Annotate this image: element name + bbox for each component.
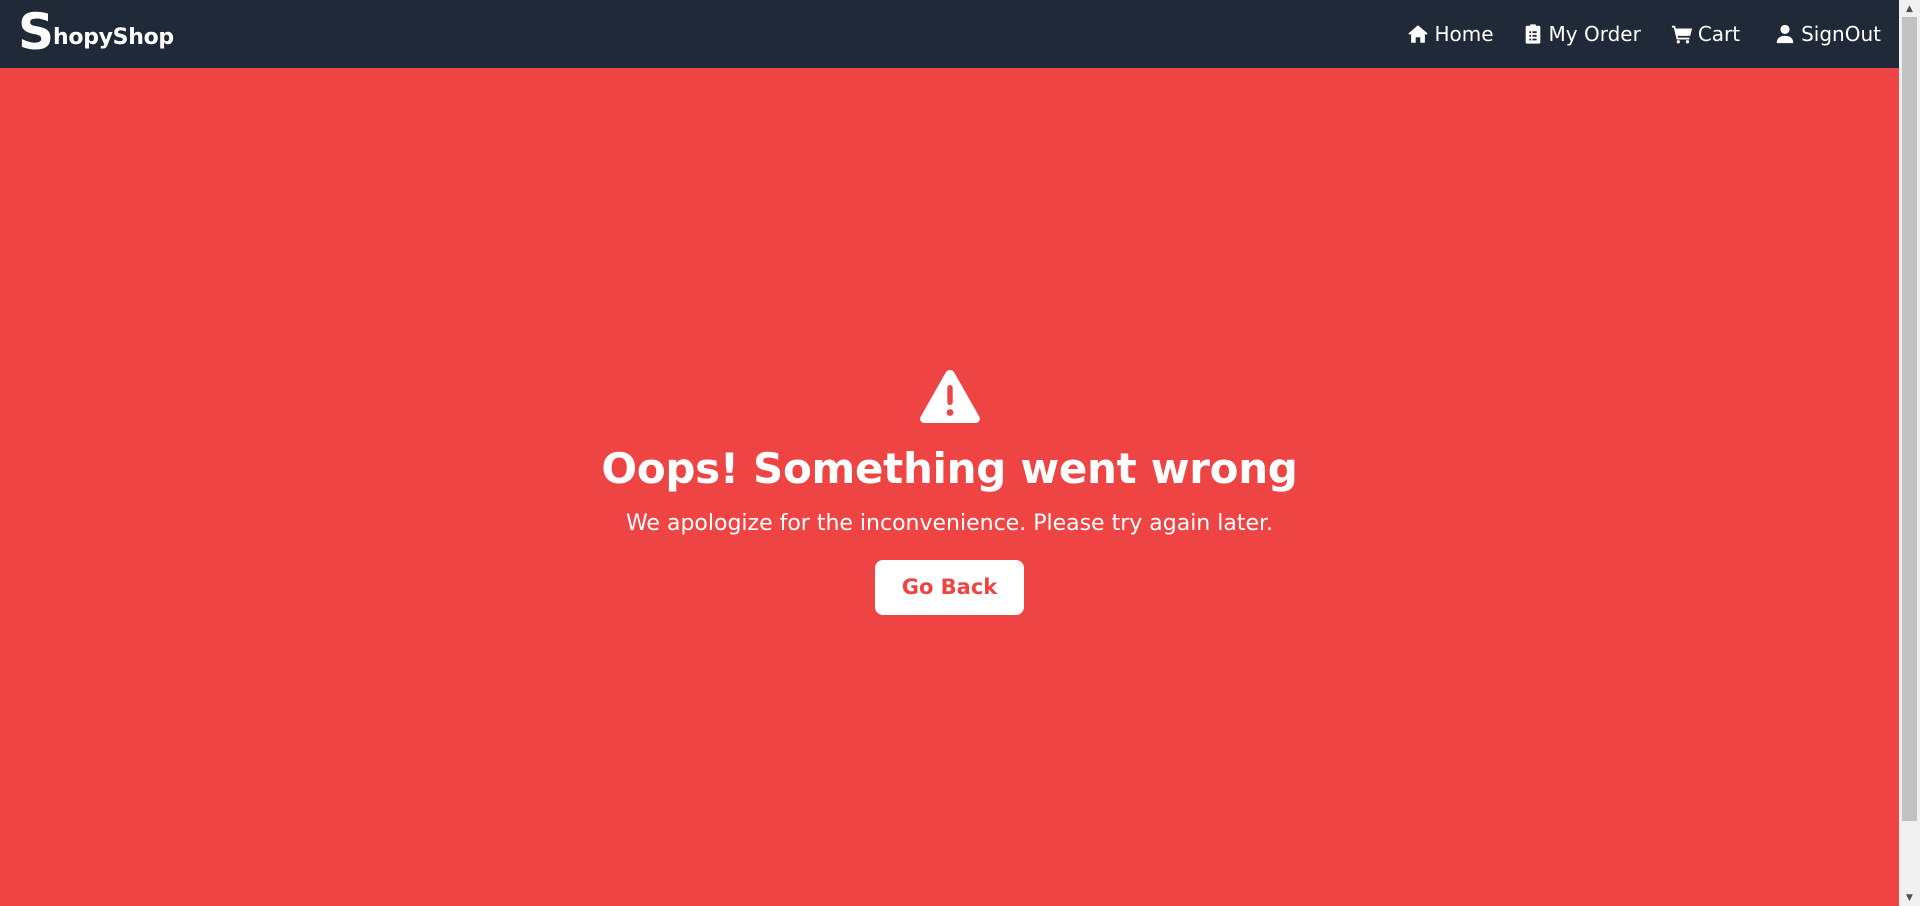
vertical-scrollbar[interactable]: ▲ ▼ (1899, 0, 1920, 906)
warning-icon (919, 369, 980, 423)
brand-logo-text: hopyShop (53, 24, 174, 50)
nav-home-link[interactable]: Home (1407, 22, 1494, 46)
error-content: Oops! Something went wrong We apologize … (0, 68, 1899, 906)
nav-cart-label: Cart (1697, 22, 1741, 46)
clipboard-icon (1525, 24, 1540, 44)
error-title: Oops! Something went wrong (601, 443, 1298, 493)
scrollbar-thumb[interactable] (1902, 17, 1917, 821)
nav-my-order-label: My Order (1548, 22, 1641, 46)
nav-links: Home My Order Cart SignOut (1379, 22, 1881, 46)
brand-logo[interactable]: S hopyShop (18, 3, 174, 61)
nav-my-order-link[interactable]: My Order (1522, 22, 1641, 46)
nav-signout-label: SignOut (1801, 22, 1881, 46)
nav-signout-link[interactable]: SignOut (1774, 22, 1881, 46)
go-back-button[interactable]: Go Back (875, 559, 1024, 615)
error-page: S hopyShop Home My Order Cart SignOut Oo… (0, 0, 1920, 906)
top-navbar: S hopyShop Home My Order Cart SignOut (0, 0, 1899, 68)
scroll-down-arrow-icon[interactable]: ▼ (1899, 889, 1920, 906)
nav-cart-link[interactable]: Cart (1671, 22, 1740, 46)
cart-icon (1671, 25, 1692, 44)
user-icon (1776, 24, 1794, 44)
scroll-up-arrow-icon[interactable]: ▲ (1899, 0, 1920, 17)
brand-logo-initial: S (18, 3, 55, 61)
nav-home-label: Home (1434, 22, 1494, 46)
error-message: We apologize for the inconvenience. Plea… (625, 510, 1274, 536)
home-icon (1408, 25, 1429, 43)
